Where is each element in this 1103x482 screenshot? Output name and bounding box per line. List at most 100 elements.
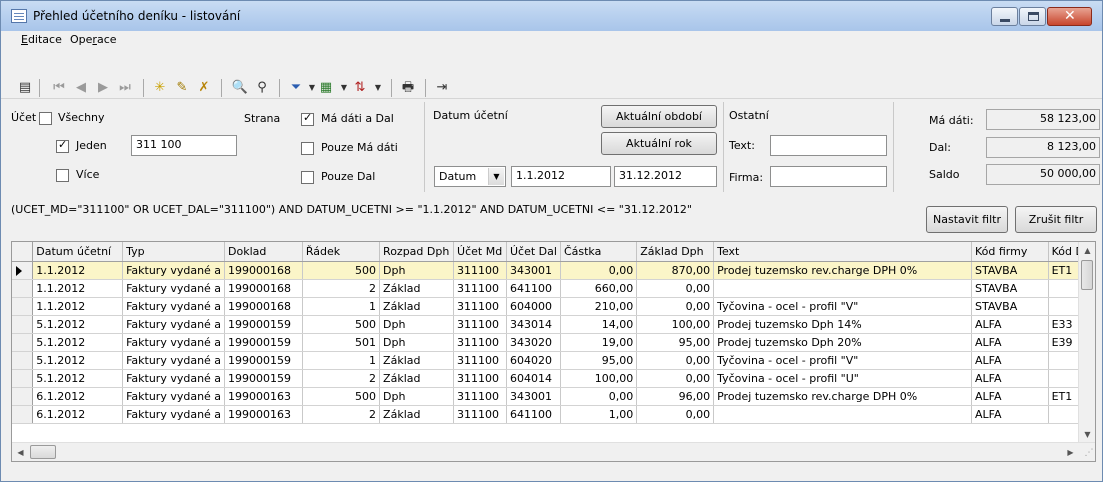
column-header[interactable]: Základ Dph: [636, 242, 715, 262]
ma-dati-a-dal-label[interactable]: Má dáti a Dal: [321, 112, 394, 125]
pouze-dal-label[interactable]: Pouze Dal: [321, 170, 375, 183]
find-next-icon[interactable]: ⚲: [253, 79, 271, 97]
cell-ucet-dal[interactable]: 343001: [506, 387, 561, 406]
cell-ucet-dal[interactable]: 343001: [506, 261, 561, 280]
vsechny-checkbox[interactable]: [39, 112, 52, 125]
aktualni-rok-button[interactable]: Aktuální rok: [601, 132, 717, 155]
menu-operace[interactable]: Operace: [70, 33, 117, 46]
cell-doklad[interactable]: 199000159: [224, 369, 303, 388]
exit-icon[interactable]: ⇥: [433, 79, 451, 97]
column-header[interactable]: Kód firmy: [971, 242, 1049, 262]
scroll-left-icon[interactable]: ◀: [12, 444, 29, 461]
cell-datum[interactable]: 1.1.2012: [32, 261, 124, 280]
cell-doklad[interactable]: 199000168: [224, 297, 303, 316]
delete-record-icon[interactable]: ✗: [195, 79, 213, 97]
menu-editace[interactable]: Editace: [21, 33, 62, 46]
cell-rozpad-dph[interactable]: Základ: [379, 351, 455, 370]
close-button[interactable]: ✕: [1047, 7, 1092, 26]
cell-kod-firmy[interactable]: STAVBA: [971, 261, 1049, 280]
cell-zaklad-dph[interactable]: 0,00: [636, 279, 715, 298]
cell-zaklad-dph[interactable]: 0,00: [636, 405, 715, 424]
table-row[interactable]: 6.1.2012 Faktury vydané a 199000163 500 Dph 3…: [12, 387, 1095, 406]
cell-zaklad-dph[interactable]: 870,00: [636, 261, 715, 280]
minimize-button[interactable]: [991, 7, 1018, 26]
table-row[interactable]: 5.1.2012 Faktury vydané a 199000159 1 Základ…: [12, 351, 1095, 370]
cell-castka[interactable]: 660,00: [560, 279, 638, 298]
cell-typ[interactable]: Faktury vydané a: [122, 351, 226, 370]
cell-ucet-md[interactable]: 311100: [453, 369, 507, 388]
export-icon[interactable]: ▦: [317, 79, 335, 97]
cell-typ[interactable]: Faktury vydané a: [122, 261, 226, 280]
scroll-down-icon[interactable]: ▼: [1079, 426, 1095, 443]
cell-datum[interactable]: 6.1.2012: [32, 405, 124, 424]
cell-ucet-dal[interactable]: 343014: [506, 315, 561, 334]
cell-ucet-dal[interactable]: 641100: [506, 405, 561, 424]
sort-dropdown-icon[interactable]: ▼: [369, 79, 387, 97]
previous-record-icon[interactable]: ◀: [72, 79, 90, 97]
cell-ucet-md[interactable]: 311100: [453, 351, 507, 370]
cell-kod-firmy[interactable]: ALFA: [971, 369, 1049, 388]
next-record-icon[interactable]: ▶: [94, 79, 112, 97]
cell-kod-firmy[interactable]: ALFA: [971, 351, 1049, 370]
cell-castka[interactable]: 95,00: [560, 351, 638, 370]
clear-filter-button[interactable]: Zrušit filtr: [1015, 206, 1097, 233]
pouze-dal-checkbox[interactable]: [301, 171, 314, 184]
cell-ucet-dal[interactable]: 604020: [506, 351, 561, 370]
cell-castka[interactable]: 100,00: [560, 369, 638, 388]
cell-datum[interactable]: 5.1.2012: [32, 333, 124, 352]
cell-typ[interactable]: Faktury vydané a: [122, 333, 226, 352]
cell-castka[interactable]: 0,00: [560, 261, 638, 280]
cell-datum[interactable]: 1.1.2012: [32, 297, 124, 316]
cell-radek[interactable]: 1: [302, 297, 381, 316]
table-row[interactable]: 5.1.2012 Faktury vydané a 199000159 2 Základ…: [12, 369, 1095, 388]
table-row[interactable]: 6.1.2012 Faktury vydané a 199000163 2 Základ…: [12, 405, 1095, 424]
cell-rozpad-dph[interactable]: Základ: [379, 369, 455, 388]
cell-kod-firmy[interactable]: ALFA: [971, 405, 1049, 424]
vertical-scroll-thumb[interactable]: [1081, 260, 1093, 290]
cell-ucet-md[interactable]: 311100: [453, 297, 507, 316]
table-row[interactable]: 1.1.2012 Faktury vydané a 199000168 2 Základ…: [12, 279, 1095, 298]
column-header[interactable]: Rozpad Dph: [379, 242, 455, 262]
cell-ucet-dal[interactable]: 343020: [506, 333, 561, 352]
cell-castka[interactable]: 0,00: [560, 387, 638, 406]
cell-rozpad-dph[interactable]: Základ: [379, 297, 455, 316]
cell-kod-firmy[interactable]: STAVBA: [971, 297, 1049, 316]
row-indicator[interactable]: [12, 279, 34, 298]
cell-text[interactable]: Tyčovina - ocel - profil "V": [713, 351, 972, 370]
cell-radek[interactable]: 501: [302, 333, 381, 352]
firma-input[interactable]: [770, 166, 887, 187]
cell-radek[interactable]: 2: [302, 405, 381, 424]
column-header[interactable]: Účet Dal: [506, 242, 561, 262]
cell-kod-firmy[interactable]: ALFA: [971, 315, 1049, 334]
table-row[interactable]: 5.1.2012 Faktury vydané a 199000159 501 Dph 3…: [12, 333, 1095, 352]
column-header[interactable]: Částka: [560, 242, 638, 262]
jeden-checkbox[interactable]: [56, 138, 69, 153]
set-filter-button[interactable]: Nastavit filtr: [926, 206, 1008, 233]
cell-ucet-md[interactable]: 311100: [453, 333, 507, 352]
cell-ucet-md[interactable]: 311100: [453, 261, 507, 280]
cell-zaklad-dph[interactable]: 0,00: [636, 369, 715, 388]
vice-checkbox[interactable]: [56, 169, 69, 182]
cell-ucet-dal[interactable]: 604000: [506, 297, 561, 316]
table-row[interactable]: 1.1.2012 Faktury vydané a 199000168 500 Dph 3…: [12, 261, 1095, 280]
cell-zaklad-dph[interactable]: 95,00: [636, 333, 715, 352]
cell-radek[interactable]: 500: [302, 387, 381, 406]
column-header[interactable]: Typ: [122, 242, 226, 262]
row-indicator[interactable]: [12, 405, 34, 424]
cell-text[interactable]: Prodej tuzemsko Dph 20%: [713, 333, 972, 352]
cell-rozpad-dph[interactable]: Dph: [379, 315, 455, 334]
row-indicator[interactable]: [12, 261, 34, 280]
aktualni-obdobi-button[interactable]: Aktuální období: [601, 105, 717, 128]
datum-select[interactable]: Datum ▼: [434, 166, 506, 187]
horizontal-scroll-thumb[interactable]: [30, 445, 56, 459]
table-row[interactable]: 5.1.2012 Faktury vydané a 199000159 500 Dph 3…: [12, 315, 1095, 334]
jeden-label[interactable]: Jeden: [76, 139, 107, 152]
cell-zaklad-dph[interactable]: 0,00: [636, 351, 715, 370]
last-record-icon[interactable]: ⏭: [116, 79, 134, 97]
cell-rozpad-dph[interactable]: Dph: [379, 261, 455, 280]
cell-castka[interactable]: 210,00: [560, 297, 638, 316]
cell-zaklad-dph[interactable]: 96,00: [636, 387, 715, 406]
column-header[interactable]: Účet Md: [453, 242, 507, 262]
cell-ucet-md[interactable]: 311100: [453, 279, 507, 298]
cell-castka[interactable]: 14,00: [560, 315, 638, 334]
